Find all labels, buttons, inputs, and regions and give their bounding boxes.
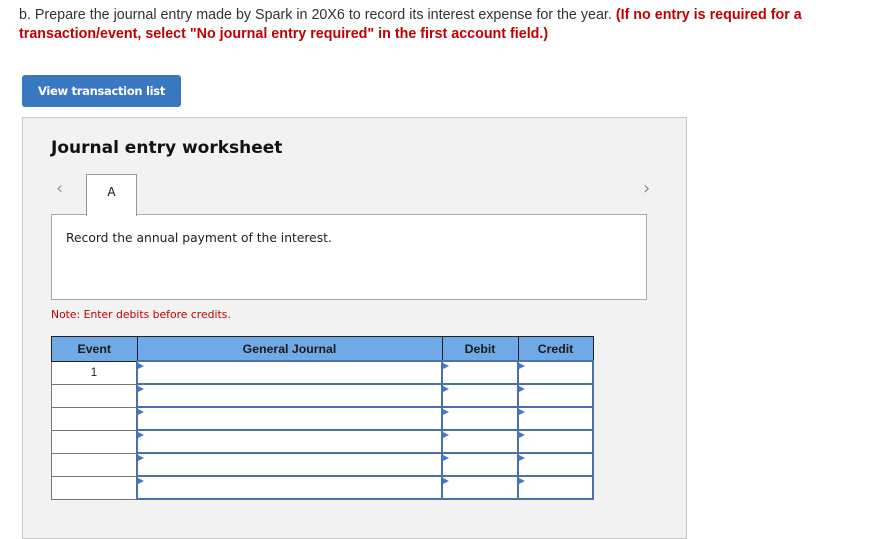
event-cell [51, 406, 138, 431]
account-select[interactable] [136, 383, 443, 408]
cell-marker-icon [519, 478, 525, 484]
cell-marker-icon [519, 363, 525, 369]
table-row: 1 [51, 360, 594, 385]
cell-marker-icon [443, 455, 449, 461]
journal-header-row: Event General Journal Debit Credit [51, 336, 594, 362]
cell-marker-icon [138, 432, 144, 438]
header-debit: Debit [441, 336, 519, 362]
debit-input[interactable] [441, 429, 519, 454]
cell-marker-icon [138, 363, 144, 369]
cell-marker-icon [443, 409, 449, 415]
debit-input[interactable] [441, 475, 519, 500]
table-row [51, 475, 594, 500]
cell-marker-icon [138, 386, 144, 392]
event-cell [51, 383, 138, 408]
event-cell [51, 452, 138, 477]
question-text: b. Prepare the journal entry made by Spa… [19, 6, 889, 44]
account-select[interactable] [136, 406, 443, 431]
table-row [51, 452, 594, 477]
event-cell: 1 [51, 360, 138, 385]
debit-input[interactable] [441, 383, 519, 408]
debit-input[interactable] [441, 360, 519, 385]
transaction-description-box: Record the annual payment of the interes… [51, 214, 647, 300]
event-cell [51, 475, 138, 500]
credit-input[interactable] [517, 452, 594, 477]
cell-marker-icon [138, 455, 144, 461]
cell-marker-icon [443, 386, 449, 392]
table-row [51, 406, 594, 431]
account-select[interactable] [136, 452, 443, 477]
header-event: Event [51, 336, 138, 362]
credit-input[interactable] [517, 406, 594, 431]
table-row [51, 429, 594, 454]
view-transaction-list-button[interactable]: View transaction list [22, 75, 181, 107]
worksheet-title: Journal entry worksheet [51, 138, 283, 158]
chevron-left-icon[interactable]: ‹ [56, 178, 63, 199]
cell-marker-icon [443, 432, 449, 438]
debits-credits-note: Note: Enter debits before credits. [51, 308, 231, 321]
debit-input[interactable] [441, 452, 519, 477]
cell-marker-icon [519, 432, 525, 438]
cell-marker-icon [443, 478, 449, 484]
transaction-description: Record the annual payment of the interes… [66, 231, 332, 245]
credit-input[interactable] [517, 475, 594, 500]
tab-a[interactable]: A [86, 174, 137, 216]
credit-input[interactable] [517, 383, 594, 408]
question-prompt: b. Prepare the journal entry made by Spa… [19, 7, 612, 23]
journal-entry-worksheet-panel: Journal entry worksheet ‹ A › Record the… [22, 117, 687, 539]
chevron-right-icon[interactable]: › [643, 178, 650, 199]
credit-input[interactable] [517, 429, 594, 454]
journal-table: Event General Journal Debit Credit 1 [51, 336, 594, 500]
cell-marker-icon [519, 409, 525, 415]
header-general-journal: General Journal [136, 336, 443, 362]
cell-marker-icon [519, 455, 525, 461]
account-select[interactable] [136, 475, 443, 500]
debit-input[interactable] [441, 406, 519, 431]
cell-marker-icon [443, 363, 449, 369]
credit-input[interactable] [517, 360, 594, 385]
account-select[interactable] [136, 429, 443, 454]
account-select[interactable] [136, 360, 443, 385]
header-credit: Credit [517, 336, 594, 362]
cell-marker-icon [519, 386, 525, 392]
cell-marker-icon [138, 409, 144, 415]
event-cell [51, 429, 138, 454]
table-row [51, 383, 594, 408]
cell-marker-icon [138, 478, 144, 484]
